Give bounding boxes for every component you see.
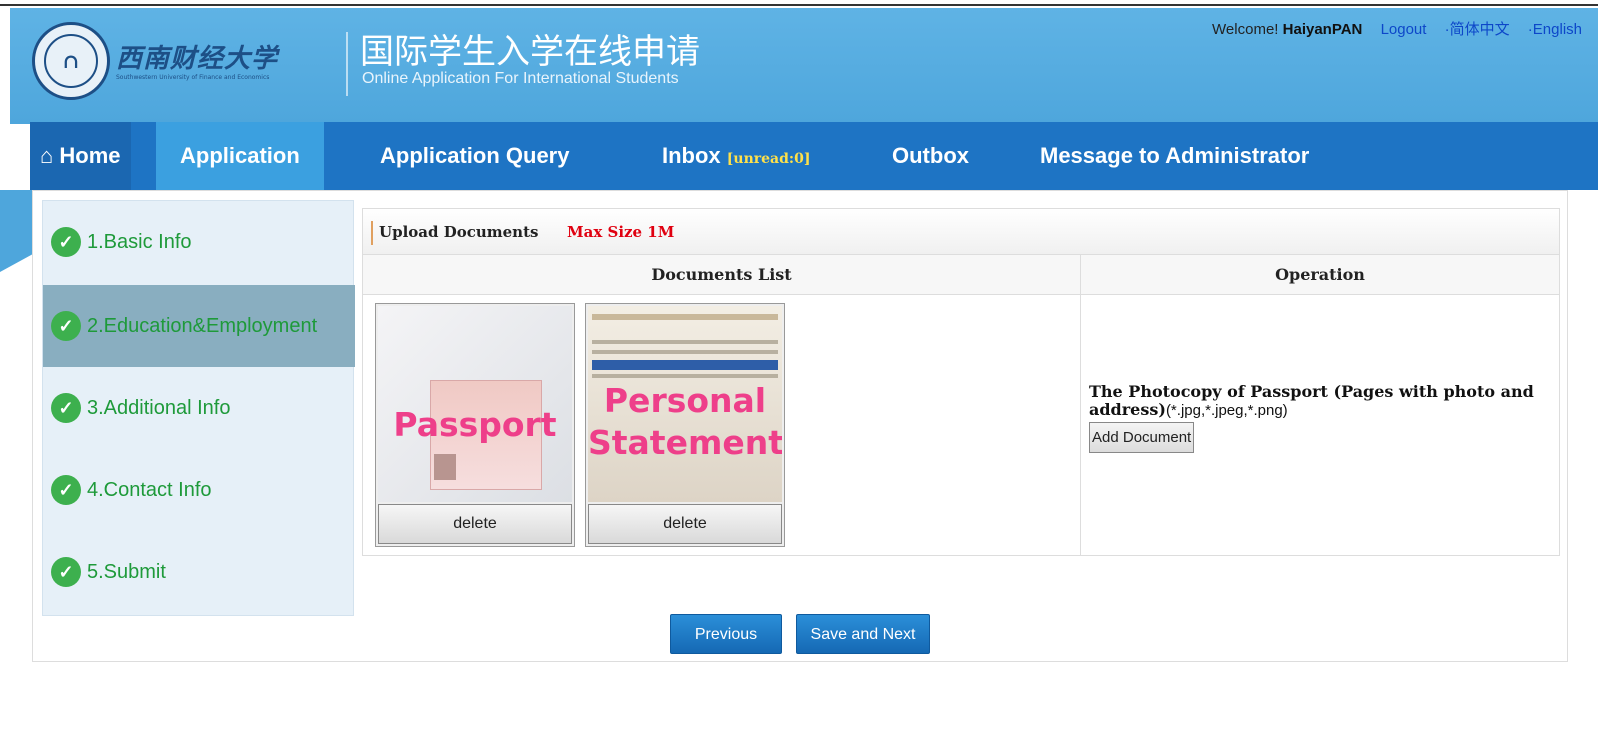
document-thumbnail-passport: Passport delete <box>375 303 575 547</box>
logout-link[interactable]: Logout <box>1381 21 1427 38</box>
personal-statement-image: Personal Statement <box>588 306 782 502</box>
upload-title: Upload Documents <box>379 223 539 241</box>
step-label: 3.Additional Info <box>87 396 231 419</box>
main-nav: ⌂ Home Application Application Query Inb… <box>30 122 1598 190</box>
upload-header: Upload Documents Max Size 1M <box>363 209 1559 255</box>
site-header: ∩ 西南财经大学 Southwestern University of Fina… <box>10 8 1598 124</box>
step-contact-info[interactable]: ✓ 4.Contact Info <box>43 449 355 531</box>
header-divider <box>346 32 348 96</box>
home-icon: ⌂ <box>40 143 54 168</box>
save-and-next-button[interactable]: Save and Next <box>796 614 930 654</box>
lang-cn-link[interactable]: ·简体中文 <box>1445 21 1510 38</box>
username: HaiyanPAN <box>1282 21 1363 38</box>
site-title-en: Online Application For International Stu… <box>362 70 679 87</box>
check-circle-icon: ✓ <box>51 393 81 423</box>
documents-list: Passport delete Personal Statement delet… <box>363 295 1081 555</box>
nav-outbox[interactable]: Outbox <box>892 122 969 190</box>
nav-home[interactable]: ⌂ Home <box>30 122 131 190</box>
header-accent-bar <box>371 221 373 245</box>
document-requirement: The Photocopy of Passport (Pages with ph… <box>1089 383 1551 420</box>
operation-cell: The Photocopy of Passport (Pages with ph… <box>1081 295 1559 555</box>
check-circle-icon: ✓ <box>51 475 81 505</box>
upload-documents-section: Upload Documents Max Size 1M Documents L… <box>362 208 1560 556</box>
university-name-en: Southwestern University of Finance and E… <box>116 74 270 81</box>
university-logo-icon: ∩ <box>32 22 110 100</box>
delete-personal-statement-button[interactable]: delete <box>588 504 782 544</box>
step-sidebar: ✓ 1.Basic Info ✓ 2.Education&Employment … <box>42 200 355 616</box>
passport-label: Passport <box>393 405 557 444</box>
nav-inbox[interactable]: Inbox [unread:0] <box>662 122 810 190</box>
nav-inbox-label: Inbox <box>662 143 721 168</box>
check-circle-icon: ✓ <box>51 227 81 257</box>
nav-message-admin[interactable]: Message to Administrator <box>1040 122 1309 190</box>
check-circle-icon: ✓ <box>51 311 81 341</box>
step-label: 1.Basic Info <box>87 230 192 253</box>
step-education-employment[interactable]: ✓ 2.Education&Employment <box>43 285 355 367</box>
welcome-text: Welcome! <box>1212 21 1279 38</box>
step-label: 2.Education&Employment <box>87 314 318 337</box>
operation-header: Operation <box>1081 255 1559 295</box>
max-size-note: Max Size 1M <box>567 223 675 241</box>
delete-passport-button[interactable]: delete <box>378 504 572 544</box>
previous-button[interactable]: Previous <box>670 614 782 654</box>
check-circle-icon: ✓ <box>51 557 81 587</box>
add-document-button[interactable]: Add Document <box>1089 422 1195 453</box>
allowed-extensions: (*.jpg,*.jpeg,*.png) <box>1165 402 1288 419</box>
step-additional-info[interactable]: ✓ 3.Additional Info <box>43 367 355 449</box>
university-name: 西南财经大学 <box>116 44 279 74</box>
personal-statement-label: Personal Statement <box>588 381 782 462</box>
document-thumbnail-personal-statement: Personal Statement delete <box>585 303 785 547</box>
step-submit[interactable]: ✓ 5.Submit <box>43 531 355 613</box>
inbox-unread-badge: [unread:0] <box>726 151 811 167</box>
step-basic-info[interactable]: ✓ 1.Basic Info <box>43 201 355 283</box>
requirement-text: The Photocopy of Passport (Pages with ph… <box>1089 382 1534 419</box>
top-border <box>0 0 1598 6</box>
nav-application-query[interactable]: Application Query <box>380 122 569 190</box>
user-bar: Welcome! HaiyanPAN Logout ·简体中文 ·English <box>1212 18 1582 39</box>
nav-application[interactable]: Application <box>156 122 324 190</box>
lang-en-link[interactable]: ·English <box>1528 21 1582 38</box>
step-label: 4.Contact Info <box>87 478 212 501</box>
step-label: 5.Submit <box>87 560 166 583</box>
passport-image: Passport <box>378 306 572 502</box>
nav-home-label: Home <box>59 143 121 168</box>
site-title-cn: 国际学生入学在线申请 <box>360 32 700 72</box>
documents-list-header: Documents List <box>363 255 1081 295</box>
